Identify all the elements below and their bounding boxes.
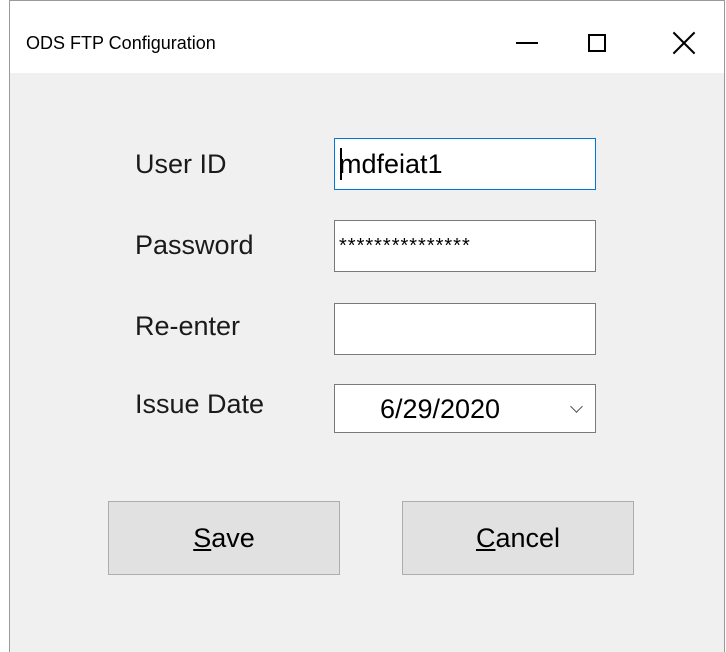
password-label: Password: [135, 230, 254, 260]
reenter-label: Re-enter: [135, 311, 241, 341]
password-input[interactable]: [334, 220, 596, 272]
close-button[interactable]: [652, 15, 716, 71]
user-id-input[interactable]: [334, 138, 596, 190]
text-caret: [340, 148, 342, 180]
close-icon: [672, 31, 696, 55]
user-id-label: User ID: [135, 149, 227, 179]
maximize-icon: [588, 34, 606, 52]
issue-date-picker[interactable]: 6/29/2020: [334, 384, 596, 433]
save-label: ave: [211, 522, 255, 553]
cancel-mnemonic: C: [475, 522, 496, 553]
title-bar[interactable]: ODS FTP Configuration: [10, 1, 724, 73]
dialog-window: ODS FTP Configuration User ID Password R…: [9, 0, 725, 652]
cancel-button[interactable]: Cancel: [402, 501, 634, 575]
issue-date-value: 6/29/2020: [379, 394, 501, 424]
save-mnemonic: S: [193, 522, 212, 553]
save-button[interactable]: Save: [108, 501, 340, 575]
cancel-label: ancel: [495, 522, 561, 553]
minimize-button[interactable]: [495, 15, 559, 71]
maximize-button[interactable]: [565, 15, 629, 71]
minimize-icon: [516, 42, 538, 44]
window-title: ODS FTP Configuration: [26, 33, 216, 53]
issue-date-label: Issue Date: [135, 389, 265, 419]
reenter-password-input[interactable]: [334, 303, 596, 355]
chevron-down-icon[interactable]: [570, 400, 583, 413]
